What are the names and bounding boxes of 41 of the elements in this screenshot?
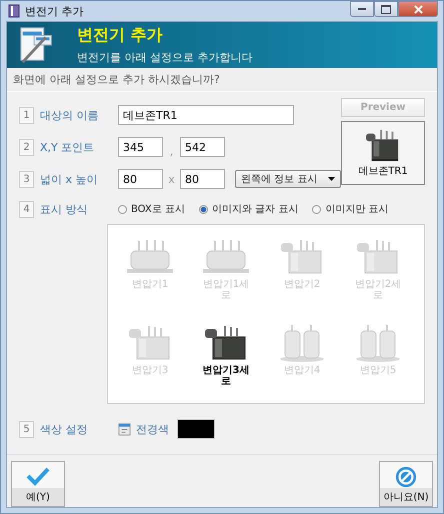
step-number: 5: [19, 420, 34, 438]
close-icon: [414, 4, 422, 14]
transformer-icon: [277, 323, 327, 363]
no-button[interactable]: 아니요(N): [379, 461, 433, 507]
book-icon: [8, 4, 20, 18]
transformer-icon: [353, 323, 403, 363]
checkmark-icon: [26, 466, 50, 486]
separator-text: x: [167, 172, 176, 186]
display-mode-radio[interactable]: BOX로 표시: [118, 202, 185, 216]
step-number: 3: [19, 170, 34, 188]
minimize-button[interactable]: [350, 1, 374, 17]
preview-caption: 데브존TR1: [358, 165, 408, 178]
step-number: 2: [19, 138, 34, 156]
transformer-image-item[interactable]: 변압기3세로: [192, 323, 260, 407]
caret-icon: [328, 177, 335, 181]
separator-text: ,: [168, 145, 174, 160]
info-position-dropdown[interactable]: 왼쪽에 정보 표시: [235, 170, 341, 188]
color-swatch[interactable]: [177, 419, 215, 439]
foreground-color-label: 전경색: [136, 422, 169, 436]
maximize-button[interactable]: [374, 1, 398, 17]
field-label: 대상의 이름: [40, 108, 100, 122]
width-field[interactable]: 80: [118, 169, 163, 189]
height-field[interactable]: 80: [180, 169, 225, 189]
yes-button[interactable]: 예(Y): [11, 461, 65, 507]
step-number: 4: [19, 200, 34, 218]
header-title: 변전기 추가: [77, 25, 164, 46]
name-field[interactable]: 데브존TR1: [118, 105, 294, 125]
display-mode-radio[interactable]: 이미지와 글자 표시: [198, 202, 298, 216]
window-title: 변전기 추가: [25, 4, 84, 18]
x-field[interactable]: 345: [118, 137, 163, 157]
display-mode-radio[interactable]: 이미지만 표시: [312, 202, 388, 216]
step-number: 1: [19, 106, 34, 124]
field-label: X,Y 포인트: [40, 140, 96, 154]
close-button[interactable]: [398, 1, 438, 17]
field-label: 색상 설정: [40, 422, 88, 436]
palette-icon: [118, 422, 131, 436]
field-label: 넓이 x 높이: [40, 172, 99, 186]
y-field[interactable]: 542: [180, 137, 225, 157]
field-label: 표시 방식: [40, 202, 88, 216]
header-subtitle: 변전기를 아래 설정으로 추가합니다: [77, 50, 252, 65]
prohibited-icon: [394, 466, 418, 488]
